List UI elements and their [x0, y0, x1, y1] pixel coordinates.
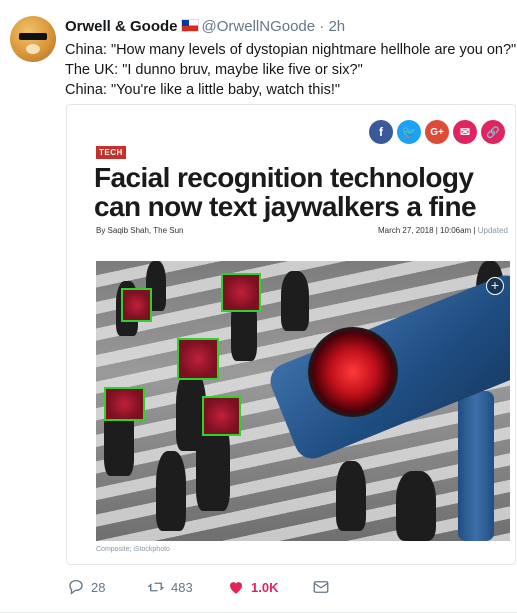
face-detection-box — [121, 288, 152, 322]
expand-icon[interactable]: + — [486, 277, 504, 295]
tweet-header: Orwell & Goode @OrwellNGoode · 2h — [65, 18, 345, 35]
sunglasses-shape — [19, 33, 47, 40]
updated-label: Updated — [477, 226, 508, 235]
retweet-button[interactable]: 483 — [147, 578, 227, 596]
email-icon[interactable]: ✉ — [453, 120, 477, 144]
face-detection-box — [104, 387, 145, 421]
cctv-camera-lens — [308, 327, 398, 417]
tweet: Orwell & Goode @OrwellNGoode · 2h China: … — [0, 0, 517, 613]
facebook-icon[interactable]: f — [369, 120, 393, 144]
tweet-line: China: "You're like a little baby, watch… — [65, 82, 341, 98]
camera-mount — [458, 391, 494, 541]
pedestrian — [396, 471, 436, 541]
pedestrian — [156, 451, 186, 531]
like-button[interactable]: 1.0K — [227, 578, 312, 596]
article-byline: By Saqib Shah, The Sun — [96, 226, 184, 235]
article-headline: Facial recognition technology can now te… — [94, 162, 477, 222]
time-text: 10:06am — [440, 226, 472, 235]
dm-button[interactable] — [312, 578, 330, 596]
chile-flag-icon — [180, 19, 199, 32]
dog-snout-shape — [26, 44, 40, 54]
tweet-timestamp[interactable]: 2h — [328, 18, 345, 35]
tweet-line: China: "How many levels of dystopian nig… — [65, 42, 517, 58]
embedded-article-image[interactable]: f 🐦 G+ ✉ 🔗 TECH Facial recognition techn… — [66, 104, 516, 565]
photo-credit: Composite; iStockphoto — [96, 546, 170, 553]
separator-dot: · — [319, 18, 325, 35]
pedestrian — [336, 461, 366, 531]
category-tag: TECH — [96, 146, 126, 159]
user-handle[interactable]: @OrwellNGoode — [202, 18, 316, 35]
reply-count: 28 — [91, 579, 106, 595]
google-plus-icon[interactable]: G+ — [425, 120, 449, 144]
link-icon[interactable]: 🔗 — [481, 120, 505, 144]
avatar[interactable] — [10, 16, 56, 62]
retweet-count: 483 — [171, 579, 193, 595]
display-name[interactable]: Orwell & Goode — [65, 18, 178, 35]
like-count: 1.0K — [251, 579, 279, 595]
face-detection-box — [221, 273, 261, 312]
face-detection-box — [202, 396, 241, 436]
share-icons: f 🐦 G+ ✉ 🔗 — [369, 120, 505, 144]
tweet-text: China: "How many levels of dystopian nig… — [65, 40, 516, 100]
twitter-icon[interactable]: 🐦 — [397, 120, 421, 144]
pedestrian — [281, 271, 309, 331]
envelope-icon — [313, 581, 329, 593]
retweet-icon — [147, 582, 165, 592]
heart-icon — [230, 582, 242, 594]
reply-button[interactable]: 28 — [67, 578, 147, 596]
surveillance-photo: + — [96, 261, 510, 541]
tweet-line: The UK: "I dunno bruv, maybe like five o… — [65, 62, 363, 78]
tweet-actions: 28 483 1.0K — [67, 578, 330, 596]
face-detection-box — [177, 338, 219, 380]
date-text: March 27, 2018 — [377, 226, 434, 235]
article-date: March 27, 2018 | 10:06am | Updated — [377, 226, 508, 235]
reply-icon — [69, 579, 83, 595]
